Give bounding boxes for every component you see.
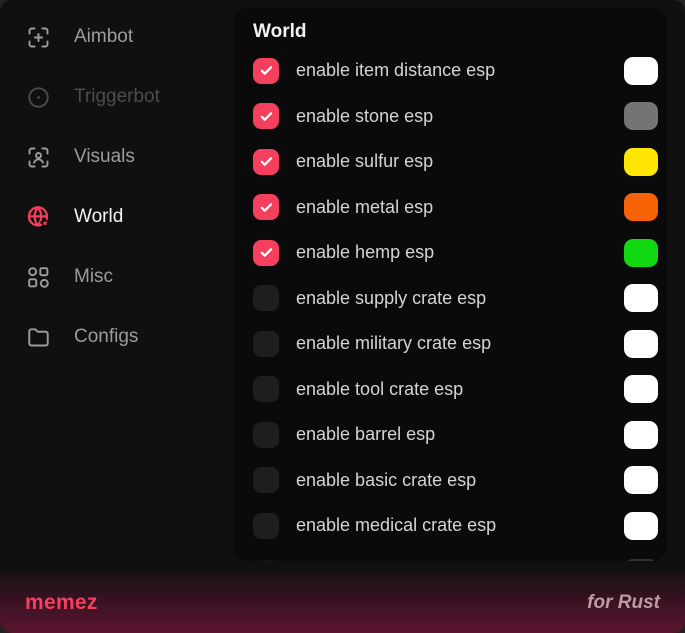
sidebar: Aimbot Triggerbot Visuals World Misc Con… <box>0 0 233 572</box>
misc-icon <box>25 264 52 291</box>
setting-row: enable supply crate esp <box>233 276 667 322</box>
check-icon <box>258 244 275 261</box>
panel-title: World <box>253 20 647 44</box>
setting-row: enable item distance esp <box>233 48 667 94</box>
checkbox[interactable] <box>253 103 279 129</box>
setting-label: enable basic crate esp <box>296 470 476 491</box>
sidebar-item-configs[interactable]: Configs <box>0 307 233 367</box>
setting-label: enable sulfur esp <box>296 151 433 172</box>
color-swatch[interactable] <box>624 284 658 312</box>
brand-text: memez <box>25 591 98 615</box>
setting-row: enable military crate esp <box>233 321 667 367</box>
color-swatch[interactable] <box>624 193 658 221</box>
color-swatch[interactable] <box>624 512 658 540</box>
checkbox[interactable] <box>253 560 279 561</box>
check-icon <box>258 62 275 79</box>
color-swatch[interactable] <box>624 148 658 176</box>
checkbox[interactable] <box>253 467 279 493</box>
aimbot-icon <box>25 24 52 51</box>
checkbox[interactable] <box>253 149 279 175</box>
sidebar-item-world[interactable]: World <box>0 187 233 247</box>
setting-label: enable metal esp <box>296 197 433 218</box>
setting-label: enable barrel esp <box>296 424 435 445</box>
sidebar-item-label: Configs <box>74 326 138 348</box>
color-swatch[interactable] <box>624 466 658 494</box>
setting-label: enable stone esp <box>296 106 433 127</box>
setting-row: enable sulfur esp <box>233 139 667 185</box>
checkbox[interactable] <box>253 285 279 311</box>
setting-row: enable metal esp <box>233 185 667 231</box>
color-swatch[interactable] <box>624 330 658 358</box>
color-swatch[interactable] <box>624 102 658 130</box>
setting-label: enable item distance esp <box>296 60 495 81</box>
settings-rows: enable item distance esp enable stone es… <box>233 48 667 549</box>
checkbox[interactable] <box>253 240 279 266</box>
checkbox[interactable] <box>253 422 279 448</box>
visuals-icon <box>25 144 52 171</box>
sidebar-item-label: World <box>74 206 123 228</box>
setting-row: enable basic crate esp <box>233 458 667 504</box>
checkbox[interactable] <box>253 513 279 539</box>
sidebar-item-label: Misc <box>74 266 113 288</box>
checkbox[interactable] <box>253 194 279 220</box>
footer: memez for Rust <box>0 572 685 633</box>
setting-row: enable barrel esp <box>233 412 667 458</box>
color-swatch[interactable] <box>624 375 658 403</box>
setting-label: enable supply crate esp <box>296 288 486 309</box>
checkbox[interactable] <box>253 331 279 357</box>
setting-row: enable tool crate esp <box>233 367 667 413</box>
sidebar-item-label: Visuals <box>74 146 135 168</box>
setting-label: enable tool crate esp <box>296 379 463 400</box>
configs-icon <box>25 324 52 351</box>
setting-label: enable medical crate esp <box>296 515 496 536</box>
color-swatch[interactable] <box>624 559 658 561</box>
color-swatch[interactable] <box>624 57 658 85</box>
world-icon <box>25 204 52 231</box>
setting-row: enable hemp esp <box>233 230 667 276</box>
setting-row: enable stone esp <box>233 94 667 140</box>
color-swatch[interactable] <box>624 421 658 449</box>
triggerbot-icon <box>25 84 52 111</box>
checkbox[interactable] <box>253 376 279 402</box>
settings-panel: World enable item distance esp enable st… <box>233 8 667 561</box>
clipped-row <box>233 550 667 561</box>
setting-row: enable medical crate esp <box>233 503 667 549</box>
sidebar-item-misc[interactable]: Misc <box>0 247 233 307</box>
sidebar-item-aimbot[interactable]: Aimbot <box>0 7 233 67</box>
color-swatch[interactable] <box>624 239 658 267</box>
setting-label: enable hemp esp <box>296 242 434 263</box>
check-icon <box>258 153 275 170</box>
setting-label: enable military crate esp <box>296 333 491 354</box>
sidebar-item-visuals[interactable]: Visuals <box>0 127 233 187</box>
sidebar-item-triggerbot[interactable]: Triggerbot <box>0 67 233 127</box>
sidebar-item-label: Triggerbot <box>74 86 160 108</box>
tagline-text: for Rust <box>587 592 660 614</box>
sidebar-item-label: Aimbot <box>74 26 133 48</box>
cheat-window: Aimbot Triggerbot Visuals World Misc Con… <box>0 0 685 633</box>
check-icon <box>258 199 275 216</box>
check-icon <box>258 108 275 125</box>
checkbox[interactable] <box>253 58 279 84</box>
